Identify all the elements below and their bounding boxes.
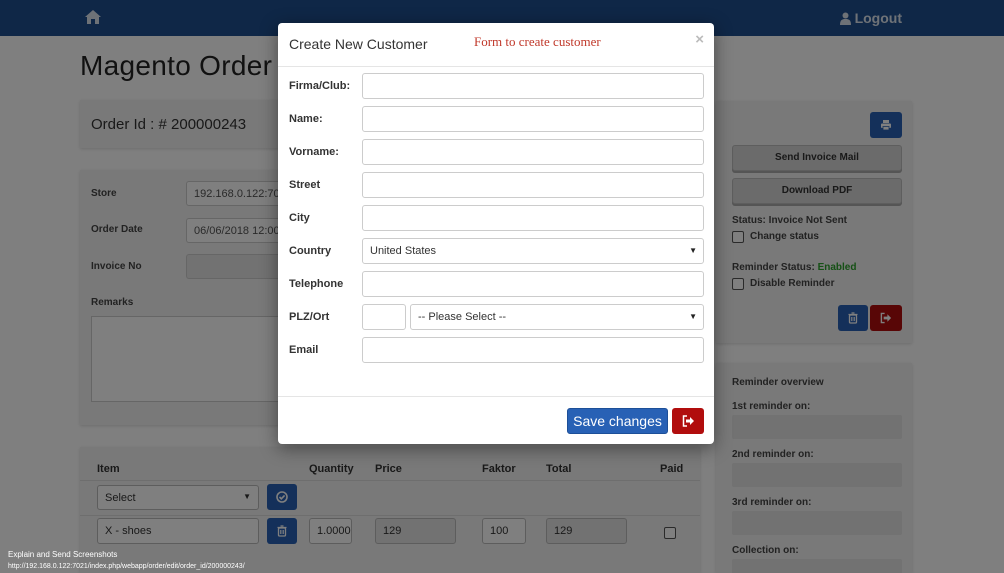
caret-down-icon: ▼ [689, 246, 697, 255]
street-label: Street [289, 179, 321, 191]
firma-label: Firma/Club: [289, 80, 351, 92]
save-changes-button[interactable]: Save changes [567, 408, 668, 434]
status-url: http://192.168.0.122:7021/index.php/weba… [8, 563, 245, 570]
vorname-label: Vorname: [289, 146, 339, 158]
close-icon[interactable]: × [695, 31, 704, 48]
create-customer-modal: Create New Customer Form to create custo… [278, 23, 714, 444]
name-input[interactable] [362, 106, 704, 132]
modal-title: Create New Customer [289, 36, 428, 52]
city-input[interactable] [362, 205, 704, 231]
ort-select-value: -- Please Select -- [418, 311, 507, 323]
ort-select[interactable]: -- Please Select -- ▼ [410, 304, 704, 330]
city-label: City [289, 212, 310, 224]
divider [278, 396, 714, 397]
name-label: Name: [289, 113, 323, 125]
caret-down-icon: ▼ [689, 312, 697, 321]
vorname-input[interactable] [362, 139, 704, 165]
sign-out-icon [682, 415, 694, 427]
divider [278, 66, 714, 67]
telephone-input[interactable] [362, 271, 704, 297]
email-label: Email [289, 344, 319, 356]
firma-input[interactable] [362, 73, 704, 99]
modal-exit-button[interactable] [672, 408, 704, 434]
country-select[interactable]: United States ▼ [362, 238, 704, 264]
email-input[interactable] [362, 337, 704, 363]
plz-ort-label: PLZ/Ort [289, 311, 330, 323]
modal-annotation: Form to create customer [474, 34, 601, 49]
country-label: Country [289, 245, 332, 257]
plz-input[interactable] [362, 304, 406, 330]
country-select-value: United States [370, 245, 437, 257]
explain-screenshots-link[interactable]: Explain and Send Screenshots [8, 550, 117, 559]
street-input[interactable] [362, 172, 704, 198]
telephone-label: Telephone [289, 278, 344, 290]
